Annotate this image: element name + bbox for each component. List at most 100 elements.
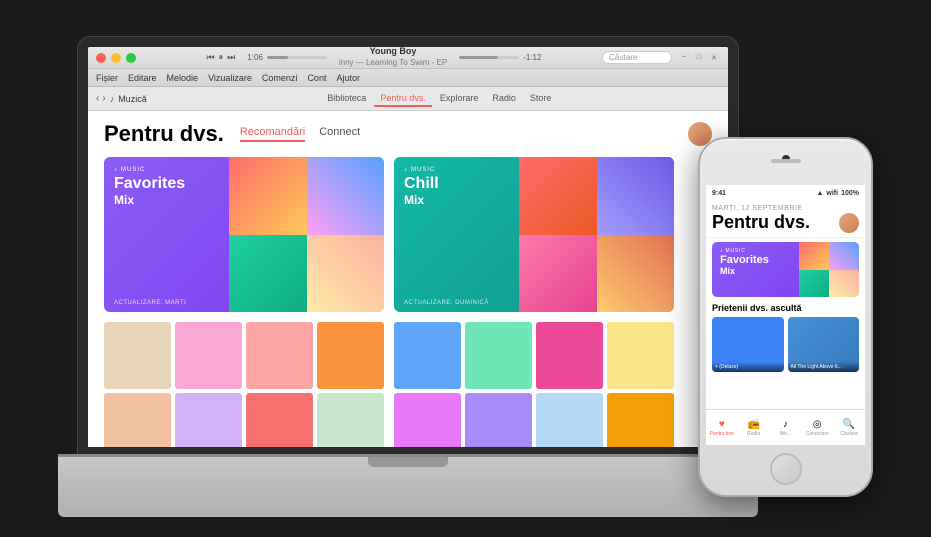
favorites-mix-type: Mix (114, 193, 185, 207)
tab-radio[interactable]: Radio (486, 91, 522, 107)
tab-connect[interactable]: Connect (319, 126, 360, 142)
phone-tab-connect[interactable]: ◎ Conectare (801, 419, 833, 437)
music-note-icon: ♪ (114, 167, 118, 173)
chill-album-4[interactable] (607, 322, 674, 389)
phone-tab-bar: ♥ Pentru tine 📻 Radio ♪ Bib... ◎ Conecta… (706, 409, 865, 445)
rewind-button[interactable]: ⏮ (207, 52, 215, 63)
phone-content: ♪ MUSIC Favorites Mix Prietenii dvs. asc… (706, 238, 865, 409)
close-button[interactable] (96, 53, 106, 63)
page-header: Pentru dvs. Recomandări Connect (104, 121, 712, 147)
small-album-6[interactable] (175, 393, 242, 447)
chill-mix-card[interactable]: ♪ MUSIC Chill Mix ACTUALIZARE: DUMINICĂ (394, 157, 674, 312)
phone-collage-4 (829, 270, 859, 298)
menu-melodie[interactable]: Melodie (167, 73, 199, 83)
chill-album-2[interactable] (465, 322, 532, 389)
favorites-update-label: ACTUALIZARE: MARȚI (114, 300, 186, 306)
close-win-button[interactable]: ✕ (708, 52, 720, 64)
tab-store[interactable]: Store (524, 91, 558, 107)
phone-vol-down-button[interactable] (698, 235, 700, 250)
traffic-lights (96, 53, 136, 63)
tab-biblioteca[interactable]: Biblioteca (321, 91, 372, 107)
progress-area-right: -1:12 (459, 53, 541, 62)
laptop-notch (368, 457, 448, 467)
phone-speaker (771, 159, 801, 163)
phone-tab-pentru-tine[interactable]: ♥ Pentru tine (706, 419, 738, 437)
phone-screen: 9:41 ▲ wifi 100% MARȚI, 12 SEPTEMBRIE Pe… (706, 185, 865, 445)
minimize-button[interactable] (111, 53, 121, 63)
phone-tab-search[interactable]: 🔍 Căutare (833, 419, 865, 437)
back-button[interactable]: ‹ (96, 93, 99, 104)
menu-ajutor[interactable]: Ajutor (336, 73, 360, 83)
small-album-5[interactable] (104, 393, 171, 447)
chill-music-note-icon: ♪ (404, 167, 408, 173)
phone-collage-2 (829, 242, 859, 270)
content-tabs: Recomandări Connect (240, 126, 360, 142)
favorites-mix-card[interactable]: ♪ MUSIC Favorites Mix ACTUALIZARE: MARȚI (104, 157, 384, 312)
titlebar-center: ⏮ ⏸ ⏭ 1:06 Young Boy inny — Lea (146, 47, 602, 69)
chill-album-1[interactable] (394, 322, 461, 389)
forward-button[interactable]: ⏭ (227, 52, 235, 63)
chill-collage (519, 157, 674, 312)
chill-small-grid (394, 322, 674, 447)
forward-button[interactable]: › (102, 93, 105, 104)
menu-vizualizare[interactable]: Vizualizare (208, 73, 252, 83)
phone-header: MARȚI, 12 SEPTEMBRIE Pentru dvs. (706, 201, 865, 238)
chill-update-label: ACTUALIZARE: DUMINICĂ (404, 300, 489, 306)
phone-friends-row: + (Deluxe) All The Light Above It... (712, 317, 859, 372)
tab-pentru-dvs[interactable]: Pentru dvs. (374, 91, 432, 107)
phone-tab-bib[interactable]: ♪ Bib... (770, 419, 802, 437)
menu-cont[interactable]: Cont (307, 73, 326, 83)
phone-friend-1[interactable]: + (Deluxe) (712, 317, 784, 372)
phone-date: MARȚI, 12 SEPTEMBRIE (712, 205, 859, 212)
maximize-button[interactable] (126, 53, 136, 63)
phone-page-title: Pentru dvs. (712, 212, 859, 233)
tab-explorare[interactable]: Explorare (434, 91, 485, 107)
chill-mix-name: Chill (404, 175, 439, 193)
progress-bar[interactable] (267, 56, 327, 59)
favorites-collage (229, 157, 384, 312)
chill-music-label: ♪ MUSIC (404, 167, 439, 173)
phone-user-avatar[interactable] (839, 213, 859, 233)
phone-favorites-card[interactable]: ♪ MUSIC Favorites Mix (712, 242, 859, 297)
battery-icon: 100% (841, 190, 859, 197)
menu-comenzi[interactable]: Comenzi (262, 73, 298, 83)
restore-win-button[interactable]: □ (693, 52, 705, 64)
progress-bar-right[interactable] (459, 56, 519, 59)
chill-album-6[interactable] (465, 393, 532, 447)
small-album-4[interactable] (317, 322, 384, 389)
tab-recomandari[interactable]: Recomandări (240, 126, 305, 142)
phone-favorites-collage (799, 242, 859, 297)
search-input[interactable]: Căutare (602, 51, 672, 64)
phone-tab-radio[interactable]: 📻 Radio (738, 419, 770, 437)
nav-arrows: ‹ › (96, 93, 106, 104)
menu-editare[interactable]: Editare (128, 73, 157, 83)
signal-icon: ▲ (816, 190, 823, 197)
chill-album-7[interactable] (536, 393, 603, 447)
small-album-1[interactable] (104, 322, 171, 389)
phone-ui: 9:41 ▲ wifi 100% MARȚI, 12 SEPTEMBRIE Pe… (706, 185, 865, 445)
remaining-time: -1:12 (523, 53, 541, 62)
chill-album-5[interactable] (394, 393, 461, 447)
small-album-2[interactable] (175, 322, 242, 389)
window-controls: − □ ✕ (678, 52, 720, 64)
chill-album-3[interactable] (536, 322, 603, 389)
chill-album-8[interactable] (607, 393, 674, 447)
menu-fisier[interactable]: Fișier (96, 73, 118, 83)
phone-home-button[interactable] (770, 453, 802, 485)
nav-tabs: Biblioteca Pentru dvs. Explorare Radio S… (159, 91, 720, 107)
music-icon: ♪ (110, 94, 115, 104)
favorites-small-grid (104, 322, 384, 447)
phone-time: 9:41 (712, 190, 726, 197)
chill-section: ♪ MUSIC Chill Mix ACTUALIZARE: DUMINICĂ (394, 157, 674, 447)
phone-vol-up-button[interactable] (698, 214, 700, 229)
phone-side-button[interactable] (871, 219, 873, 239)
phone-friend-2[interactable]: All The Light Above It... (788, 317, 860, 372)
itunes-titlebar: ⏮ ⏸ ⏭ 1:06 Young Boy inny — Lea (88, 47, 728, 69)
small-album-3[interactable] (246, 322, 313, 389)
favorites-mix-name: Favorites (114, 175, 185, 193)
small-album-7[interactable] (246, 393, 313, 447)
small-album-8[interactable] (317, 393, 384, 447)
minimize-win-button[interactable]: − (678, 52, 690, 64)
pause-button[interactable]: ⏸ (219, 52, 224, 63)
connect-icon: ◎ (813, 419, 822, 430)
